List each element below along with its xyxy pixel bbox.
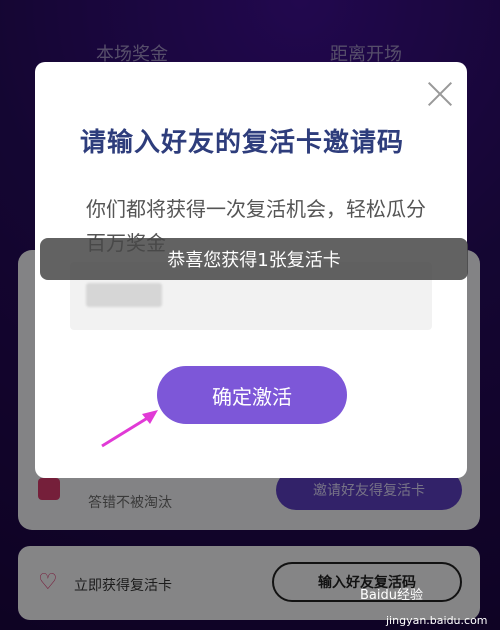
confirm-activate-button[interactable]: 确定激活	[157, 366, 347, 424]
watermark-url: jingyan.baidu.com	[386, 614, 488, 627]
watermark-brand: Baidu经验	[360, 588, 423, 603]
dialog-title: 请输入好友的复活卡邀请码	[80, 128, 405, 158]
invite-code-value-redacted	[86, 283, 162, 307]
pointer-arrow-icon	[101, 410, 158, 448]
success-toast: 恭喜您获得1张复活卡	[40, 238, 468, 280]
close-icon[interactable]	[426, 80, 454, 108]
